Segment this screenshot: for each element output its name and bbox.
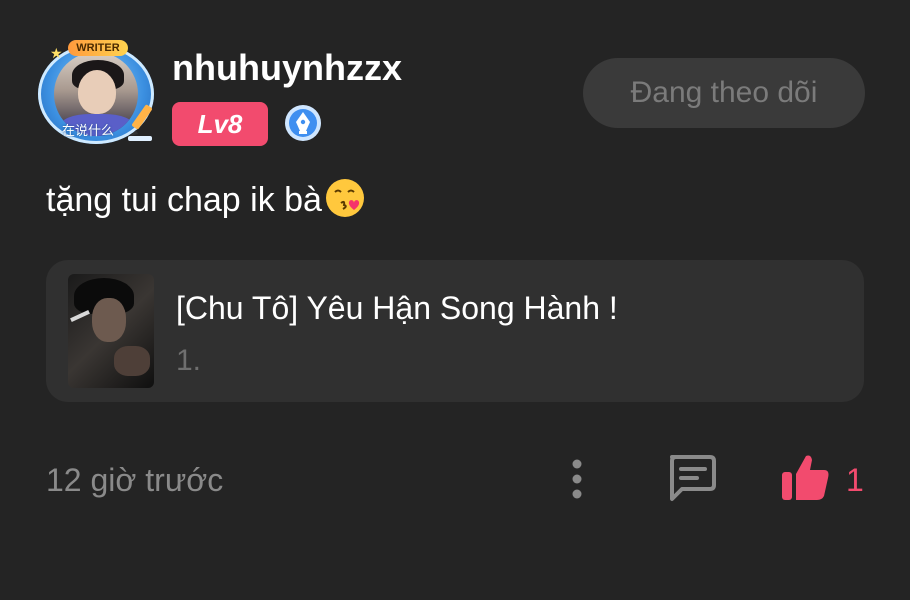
star-icon: ★ [50,46,63,62]
more-vertical-icon[interactable] [560,456,594,502]
story-card[interactable]: [Chu Tô] Yêu Hận Song Hành ! 1. [46,260,864,402]
writer-badge: WRITER [68,40,128,56]
story-chapter: 1. [176,344,202,377]
comment-icon[interactable] [664,453,718,503]
pen-nib-badge-icon [285,105,321,141]
cover-face [92,298,126,342]
username[interactable]: nhuhuynhzzx [172,48,402,88]
avatar-face [78,70,116,114]
timestamp: 12 giờ trước [46,462,224,498]
pen-icon [128,104,152,141]
frame-caption: 在说什么 [62,124,115,139]
kissing-face-with-heart-emoji [325,179,364,218]
avatar-frame[interactable]: WRITER ★ 在说什么 [36,40,160,148]
cover-light [70,309,90,323]
thumbs-up-icon[interactable] [780,452,832,502]
comment-body: tặng tui chap ik bà [46,181,322,219]
cover-hand [114,346,150,376]
level-badge: Lv8 [172,102,268,146]
following-button[interactable]: Đang theo dõi [583,58,865,128]
story-title: [Chu Tô] Yêu Hận Song Hành ! [176,290,618,326]
like-count: 1 [846,462,864,498]
comment-post: WRITER ★ 在说什么 nhuhuynhzzx Lv8 Đang theo … [0,0,910,600]
comment-text: tặng tui chap ik bà [46,178,366,223]
story-cover-image [68,274,154,388]
